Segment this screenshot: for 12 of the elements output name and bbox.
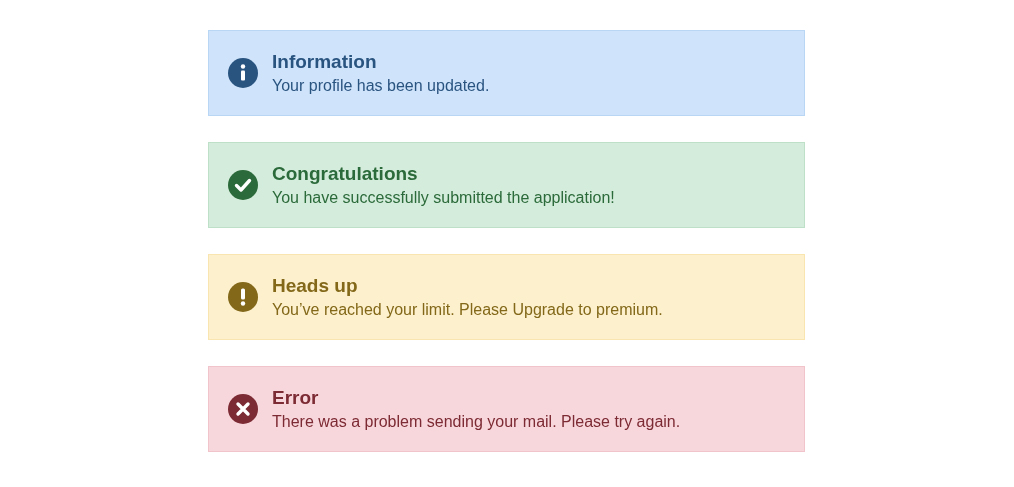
alert-message: You’ve reached your limit. Please Upgrade to premium. [272, 301, 663, 319]
alert-title: Information [272, 51, 378, 73]
alert-title: Congratulations [272, 163, 419, 185]
check-circle-icon [228, 170, 258, 200]
alert-title: Heads up [272, 275, 359, 297]
alert-message: Your profile has been updated. [272, 77, 490, 95]
alert-title: Error [272, 387, 320, 409]
alert-message: There was a problem sending your mail. Please try again. [272, 413, 681, 431]
info-icon [228, 58, 258, 88]
error-icon [228, 394, 258, 424]
exclamation-icon [228, 282, 258, 312]
alert-message: You have successfully submitted the application! [272, 189, 615, 207]
